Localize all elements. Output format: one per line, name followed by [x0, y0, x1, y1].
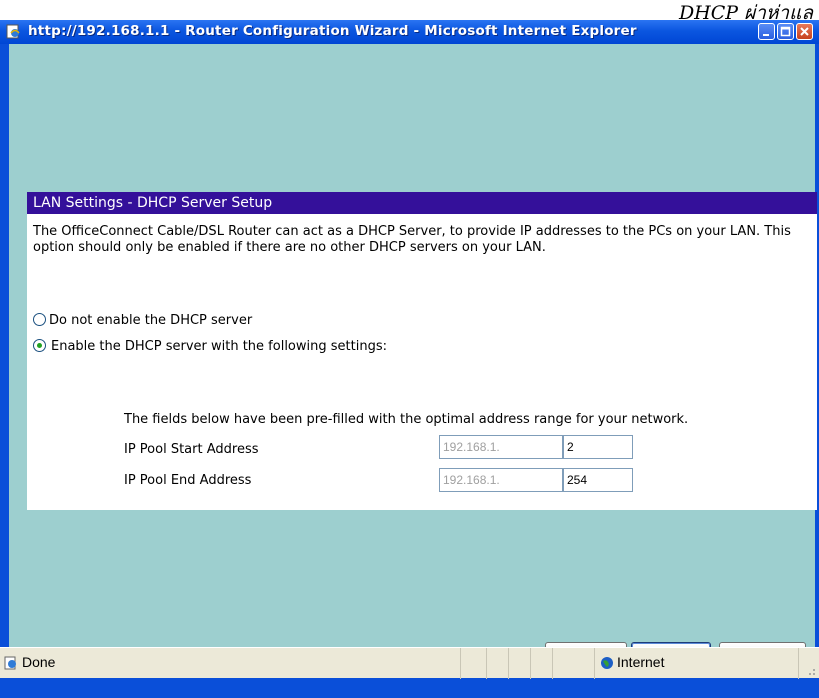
- title-bar[interactable]: http://192.168.1.1 - Router Configuratio…: [0, 20, 819, 44]
- status-divider: [460, 648, 461, 679]
- internet-zone-icon: [601, 657, 613, 669]
- maximize-button[interactable]: [777, 23, 794, 40]
- ie-page-icon: [6, 24, 20, 39]
- option-disable-label: Do not enable the DHCP server: [49, 313, 253, 328]
- option-enable-label: Enable the DHCP server with the followin…: [51, 339, 387, 354]
- resize-grip-icon[interactable]: [804, 664, 816, 676]
- minimize-icon: [763, 34, 769, 36]
- window-title: http://192.168.1.1 - Router Configuratio…: [28, 23, 637, 39]
- description-text: The OfficeConnect Cable/DSL Router can a…: [33, 224, 791, 255]
- status-divider: [508, 648, 509, 679]
- start-address-label: IP Pool Start Address: [124, 442, 259, 457]
- caption-strip: DHCP ผ่าห่าแล: [0, 0, 819, 24]
- start-address-input[interactable]: [563, 435, 633, 459]
- end-address-label: IP Pool End Address: [124, 473, 252, 488]
- maximize-icon: [780, 26, 791, 37]
- status-divider: [798, 648, 799, 679]
- browser-window: http://192.168.1.1 - Router Configuratio…: [0, 20, 819, 698]
- option-disable-dhcp[interactable]: Do not enable the DHCP server: [33, 312, 252, 330]
- page-done-icon: [4, 656, 16, 670]
- status-divider: [594, 648, 595, 679]
- radio-enable-dhcp[interactable]: [33, 339, 46, 352]
- panel-header: LAN Settings - DHCP Server Setup: [27, 192, 817, 214]
- status-divider: [552, 648, 553, 679]
- close-icon: [800, 27, 809, 36]
- status-divider: [530, 648, 531, 679]
- status-divider: [486, 648, 487, 679]
- dhcp-setup-panel: LAN Settings - DHCP Server Setup The Off…: [27, 192, 817, 510]
- close-button[interactable]: [796, 23, 813, 40]
- status-text: Done: [22, 654, 56, 670]
- minimize-button[interactable]: [758, 23, 775, 40]
- radio-disable-dhcp[interactable]: [33, 313, 46, 326]
- status-bar: Done Internet: [0, 647, 819, 679]
- page-content: LAN Settings - DHCP Server Setup The Off…: [9, 44, 817, 668]
- end-address-input[interactable]: [563, 468, 633, 492]
- prefill-note: The fields below have been pre-filled wi…: [124, 412, 689, 427]
- option-enable-dhcp[interactable]: Enable the DHCP server with the followin…: [33, 338, 387, 356]
- end-address-prefix: 192.168.1.: [439, 468, 563, 492]
- zone-text: Internet: [617, 654, 665, 670]
- start-address-prefix: 192.168.1.: [439, 435, 563, 459]
